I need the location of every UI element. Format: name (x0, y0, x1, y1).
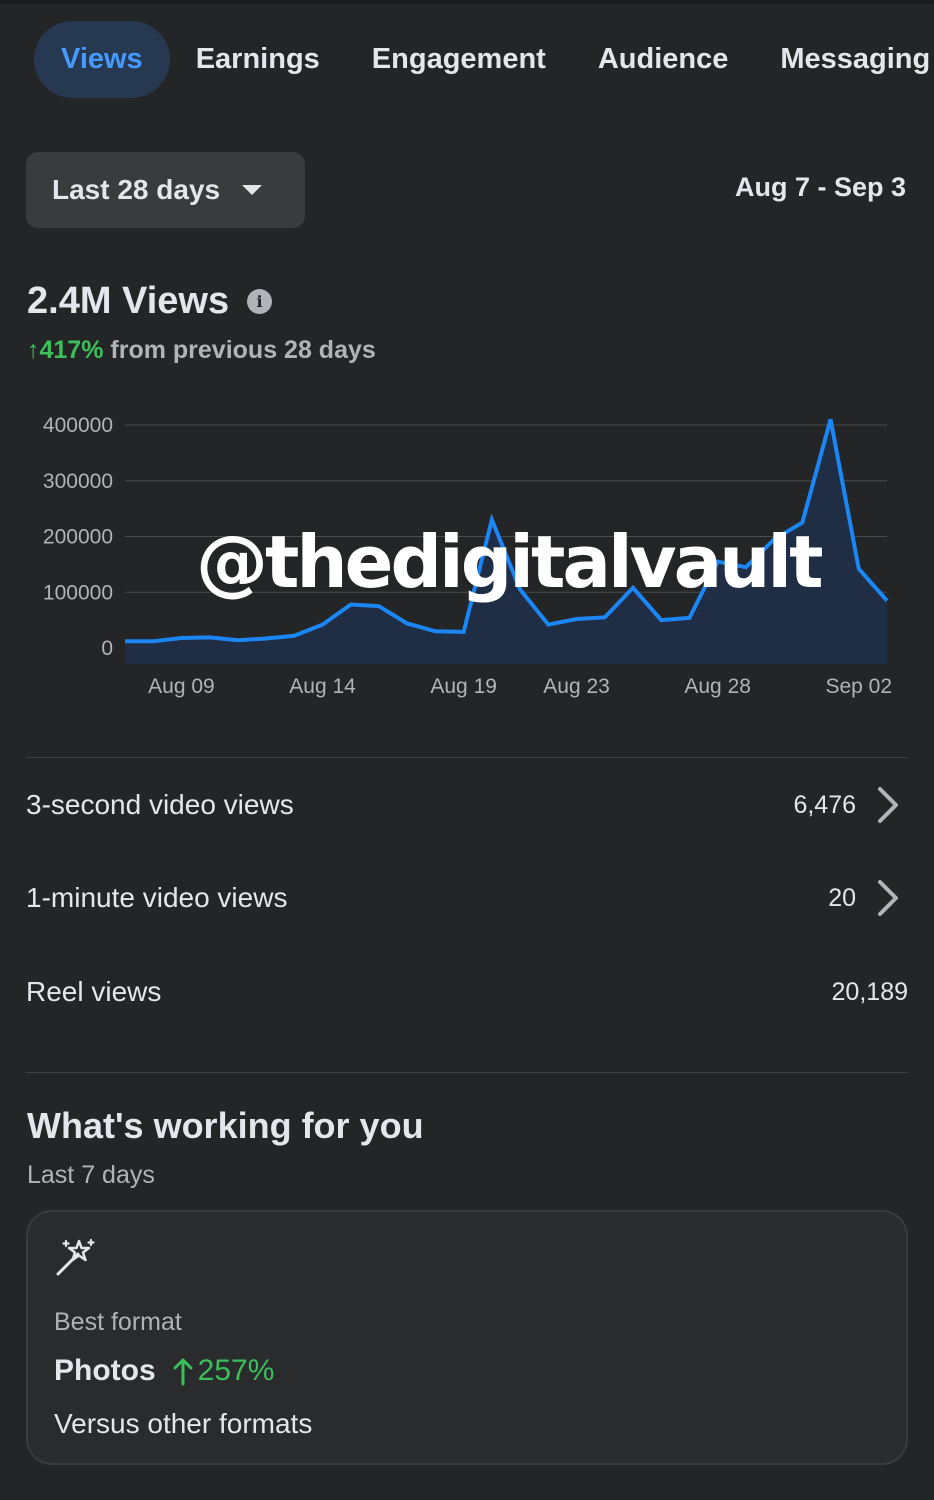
y-tick-label: 100000 (43, 581, 113, 604)
divider (26, 757, 908, 758)
chevron-right-icon[interactable] (868, 876, 908, 920)
divider (26, 1072, 908, 1073)
date-range-text: Aug 7 - Sep 3 (734, 172, 906, 202)
x-tick-label: Aug 09 (148, 675, 215, 698)
metric-label: Reel views (26, 976, 162, 1007)
x-tick-label: Sep 02 (825, 675, 892, 698)
metric-value: 20,189 (831, 977, 908, 1006)
insights-tabs: Views Earnings Engagement Audience Messa… (34, 21, 934, 98)
change-text: from previous 28 days (110, 336, 376, 364)
metric-row-3s-views[interactable]: 3-second video views 6,476 (26, 775, 908, 835)
tab-views[interactable]: Views (34, 21, 170, 98)
tab-messaging[interactable]: Messaging (754, 21, 934, 98)
format-name: Photos (54, 1354, 156, 1387)
watermark: @thedigitalvault (196, 520, 824, 604)
caret-down-icon (242, 185, 263, 195)
info-icon[interactable]: i (247, 289, 273, 314)
format-change-percent: 257% (197, 1354, 275, 1387)
y-tick-label: 300000 (43, 470, 113, 493)
x-tick-label: Aug 19 (430, 675, 497, 698)
views-change: ↑417% from previous 28 days (27, 336, 376, 365)
x-tick-label: Aug 28 (684, 675, 751, 698)
metric-label: 3-second video views (26, 789, 294, 820)
x-tick-label: Aug 14 (289, 675, 356, 698)
views-total: 2.4M Views (27, 280, 230, 322)
best-format-value: Photos 257% (54, 1354, 274, 1388)
best-format-label: Best format (54, 1308, 182, 1336)
views-summary: 2.4M Views i (27, 280, 273, 323)
best-format-card[interactable]: Best format Photos 257% Versus other for… (26, 1210, 908, 1465)
x-tick-label: Aug 23 (543, 675, 610, 698)
date-range-dropdown-label: Last 28 days (52, 174, 221, 205)
metric-label: 1-minute video views (26, 882, 288, 913)
change-percent: 417% (39, 336, 104, 364)
change-arrow: ↑ (27, 336, 40, 364)
y-tick-label: 400000 (43, 414, 113, 437)
top-edge (0, 0, 934, 4)
arrow-up-icon (173, 1358, 193, 1386)
section-title: What's working for you (27, 1105, 424, 1146)
date-range-dropdown[interactable]: Last 28 days (26, 152, 305, 228)
tab-earnings[interactable]: Earnings (170, 21, 346, 98)
metric-row-reel-views: Reel views 20,189 (26, 962, 908, 1022)
format-caption: Versus other formats (54, 1408, 313, 1439)
y-tick-label: 200000 (43, 526, 113, 549)
y-tick-label: 0 (101, 637, 113, 660)
metric-row-1min-views[interactable]: 1-minute video views 20 (26, 868, 908, 928)
magic-wand-icon (56, 1238, 95, 1276)
tab-engagement[interactable]: Engagement (346, 21, 572, 98)
chevron-right-icon[interactable] (868, 783, 908, 827)
tab-audience[interactable]: Audience (572, 21, 755, 98)
section-subtitle: Last 7 days (27, 1161, 155, 1189)
metric-value: 6,476 (793, 790, 856, 819)
metric-value: 20 (828, 883, 856, 912)
